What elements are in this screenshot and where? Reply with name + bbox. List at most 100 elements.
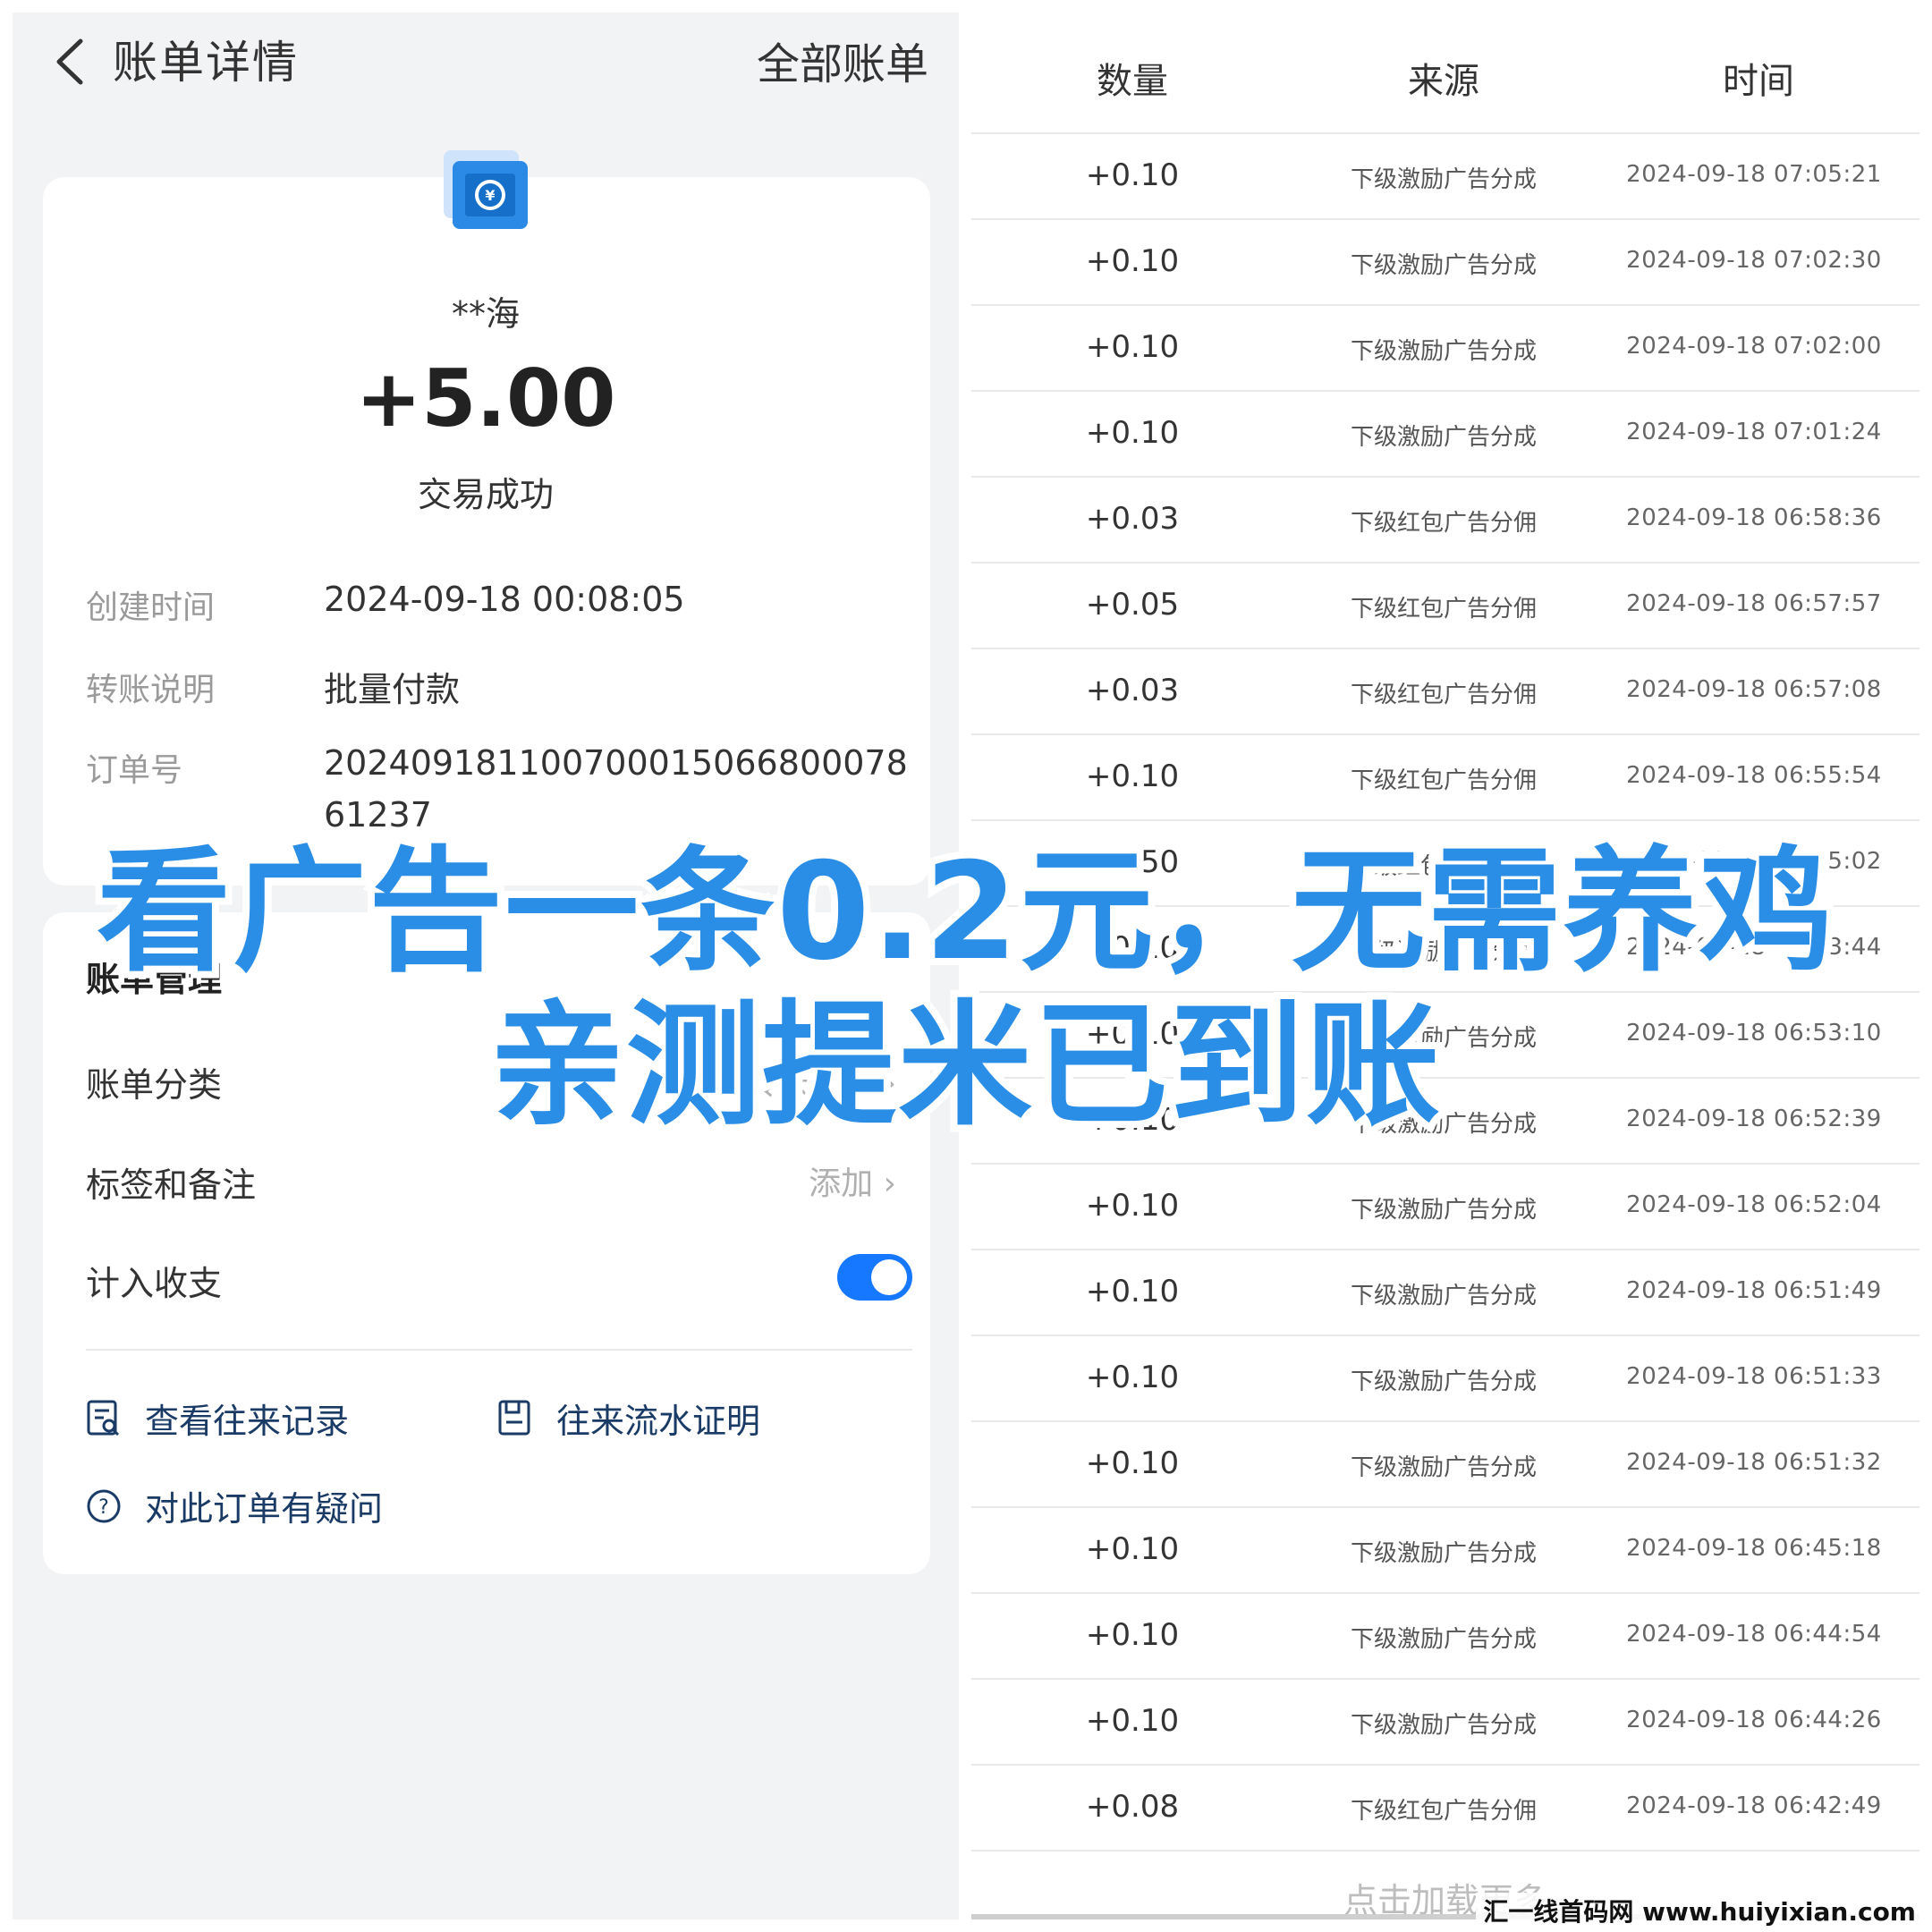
tags-notes-add-text: 添加 xyxy=(809,1165,874,1202)
row-source: 下级激励广告分成 xyxy=(1350,1283,1537,1309)
row-amount: +0.10 xyxy=(1085,1531,1180,1567)
table-row: +0.08 下级红包广告分佣 2024-09-18 06:42:49 xyxy=(971,1764,1919,1850)
tags-notes-add-button[interactable]: 添加 › xyxy=(809,1157,896,1204)
created-time-value: 2024-09-18 00:08:05 xyxy=(324,580,685,619)
transfer-note-value: 批量付款 xyxy=(324,670,461,709)
order-question-link[interactable]: ? 对此订单有疑问 xyxy=(86,1481,383,1530)
payer-name: **海 xyxy=(451,294,520,334)
table-row: +0.03 下级红包广告分佣 2024-09-18 06:57:08 xyxy=(971,648,1919,733)
table-row: +0.10 下级激励广告分成 2024-09-18 06:44:26 xyxy=(971,1678,1919,1764)
row-amount: +0.10 xyxy=(1085,415,1180,451)
include-in-stats-label: 计入收支 xyxy=(86,1264,223,1303)
back-arrow-icon[interactable] xyxy=(48,30,93,93)
table-row: +0.10 下级激励广告分成 2024-09-18 06:45:18 xyxy=(971,1506,1919,1592)
transaction-proof-text: 往来流水证明 xyxy=(556,1402,761,1441)
table-row: +0.10 下级激励广告分成 2024-09-18 06:51:49 xyxy=(971,1249,1919,1335)
row-source: 下级红包广告分佣 xyxy=(1350,596,1537,623)
divider xyxy=(86,1349,912,1351)
table-row: +0.10 下级激励广告分成 2024-09-18 07:02:00 xyxy=(971,304,1919,390)
site-watermark: 汇一线首码网 www.huiyixian.com xyxy=(1476,1893,1923,1928)
question-circle-icon: ? xyxy=(87,1489,121,1522)
row-source: 下级红包广告分佣 xyxy=(1350,682,1537,708)
row-amount: +0.10 xyxy=(1085,1274,1180,1309)
row-source: 下级激励广告分成 xyxy=(1350,338,1537,365)
row-amount: +0.05 xyxy=(1085,587,1180,623)
chevron-right-icon: › xyxy=(883,1165,896,1202)
row-time: 2024-09-18 06:42:49 xyxy=(1626,1792,1882,1819)
svg-text:?: ? xyxy=(98,1496,109,1519)
row-source: 下级激励广告分成 xyxy=(1350,1540,1537,1567)
row-time: 2024-09-18 06:51:32 xyxy=(1626,1449,1882,1476)
row-source: 下级激励广告分成 xyxy=(1350,1454,1537,1481)
transfer-wallet-icon: ¥ xyxy=(444,150,528,229)
row-source: 下级激励广告分成 xyxy=(1350,1368,1537,1395)
row-time: 2024-09-18 06:44:54 xyxy=(1626,1621,1882,1648)
row-time: 2024-09-18 07:05:21 xyxy=(1626,161,1882,188)
row-time: 2024-09-18 06:45:18 xyxy=(1626,1535,1882,1562)
column-header-source: 来源 xyxy=(1408,61,1479,102)
svg-text:¥: ¥ xyxy=(485,187,495,204)
table-row: +0.10 下级激励广告分成 2024-09-18 06:52:04 xyxy=(971,1163,1919,1249)
table-row: +0.10 下级激励广告分成 2024-09-18 07:01:24 xyxy=(971,390,1919,476)
row-time: 2024-09-18 06:51:33 xyxy=(1626,1363,1882,1390)
row-amount: +0.10 xyxy=(1085,758,1180,794)
include-in-stats-toggle[interactable] xyxy=(837,1254,912,1301)
view-records-link[interactable]: 查看往来记录 xyxy=(86,1394,349,1443)
view-records-text: 查看往来记录 xyxy=(145,1402,350,1441)
row-source: 下级激励广告分成 xyxy=(1350,166,1537,193)
row-time: 2024-09-18 07:01:24 xyxy=(1626,419,1882,445)
row-amount: +0.08 xyxy=(1085,1789,1180,1825)
row-amount: +0.10 xyxy=(1085,1360,1180,1395)
table-row: +0.10 下级激励广告分成 2024-09-18 06:44:54 xyxy=(971,1592,1919,1678)
order-number-label: 订单号 xyxy=(86,752,183,789)
row-amount: +0.03 xyxy=(1085,501,1180,537)
row-source: 下级激励广告分成 xyxy=(1350,252,1537,279)
transfer-note-label: 转账说明 xyxy=(86,672,216,708)
row-amount: +0.10 xyxy=(1085,243,1180,279)
document-icon xyxy=(498,1400,530,1435)
row-time: 2024-09-18 06:55:54 xyxy=(1626,762,1882,789)
row-amount: +0.10 xyxy=(1085,1703,1180,1739)
table-end-divider xyxy=(971,1850,1919,1852)
tags-notes-label: 标签和备注 xyxy=(86,1165,257,1205)
row-amount: +0.10 xyxy=(1085,1617,1180,1653)
column-header-amount: 数量 xyxy=(1097,61,1168,102)
transaction-proof-link[interactable]: 往来流水证明 xyxy=(497,1394,760,1443)
order-question-text: 对此订单有疑问 xyxy=(145,1489,384,1529)
toggle-knob xyxy=(871,1259,907,1295)
table-row: +0.05 下级红包广告分佣 2024-09-18 06:57:57 xyxy=(971,562,1919,648)
row-time: 2024-09-18 06:57:57 xyxy=(1626,590,1882,617)
row-source: 下级激励广告分成 xyxy=(1350,1712,1537,1739)
promo-headline-line2: 亲测提米已到账 xyxy=(483,981,1447,1151)
row-source: 下级激励广告分成 xyxy=(1350,1626,1537,1653)
row-amount: +0.10 xyxy=(1085,1188,1180,1224)
table-row: +0.10 下级激励广告分成 2024-09-18 06:51:33 xyxy=(971,1335,1919,1420)
row-time: 2024-09-18 06:44:26 xyxy=(1626,1707,1882,1733)
row-source: 下级激励广告分成 xyxy=(1350,424,1537,451)
page-title: 账单详情 xyxy=(113,37,299,89)
table-row: +0.10 下级激励广告分成 2024-09-18 07:02:30 xyxy=(971,218,1919,304)
all-bills-link[interactable]: 全部账单 xyxy=(757,29,928,91)
transaction-status: 交易成功 xyxy=(417,475,554,514)
created-time-label: 创建时间 xyxy=(86,589,216,626)
row-amount: +0.10 xyxy=(1085,329,1180,365)
row-time: 2024-09-18 06:52:04 xyxy=(1626,1191,1882,1218)
row-amount: +0.10 xyxy=(1085,157,1180,193)
table-row: +0.10 下级激励广告分成 2024-09-18 06:51:32 xyxy=(971,1420,1919,1506)
row-time: 2024-09-18 07:02:00 xyxy=(1626,333,1882,360)
row-time: 2024-09-18 06:57:08 xyxy=(1626,676,1882,703)
row-source: 下级激励广告分成 xyxy=(1350,1197,1537,1224)
record-list-icon xyxy=(87,1400,120,1436)
transaction-amount: +5.00 xyxy=(355,352,616,445)
row-time: 2024-09-18 07:02:30 xyxy=(1626,247,1882,274)
row-time: 2024-09-18 06:51:49 xyxy=(1626,1277,1882,1304)
table-row: +0.03 下级红包广告分佣 2024-09-18 06:58:36 xyxy=(971,476,1919,562)
row-source: 下级红包广告分佣 xyxy=(1350,1798,1537,1825)
row-source: 下级红包广告分佣 xyxy=(1350,510,1537,537)
column-header-time: 时间 xyxy=(1723,61,1794,102)
row-amount: +0.10 xyxy=(1085,1445,1180,1481)
row-amount: +0.03 xyxy=(1085,673,1180,708)
row-source: 下级红包广告分佣 xyxy=(1350,767,1537,794)
row-time: 2024-09-18 06:58:36 xyxy=(1626,504,1882,531)
table-row: +0.10 下级激励广告分成 2024-09-18 07:05:21 xyxy=(971,132,1919,218)
